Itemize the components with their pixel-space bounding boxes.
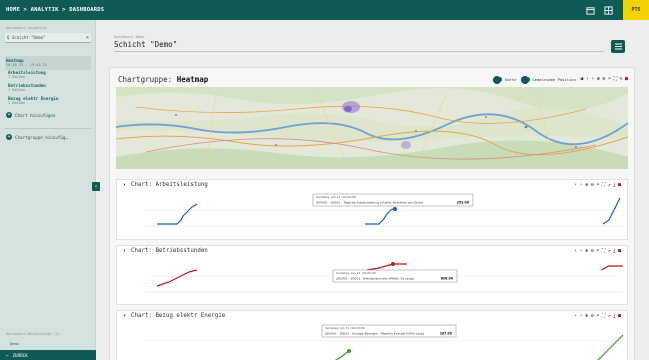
- tooltip-text: Z00001 - Z0001 - Tägliche Arbeitsleistun…: [316, 201, 423, 205]
- position-toggle[interactable]: [520, 76, 530, 84]
- dashboard-name-label: Dashboard Name: [114, 35, 145, 39]
- hover-point: [393, 207, 397, 211]
- hover-point: [391, 262, 395, 266]
- sidebar-footer: ← ZURÜCK: [0, 350, 96, 360]
- dashboard-menu-button[interactable]: [611, 40, 625, 53]
- series-line-2: [366, 263, 407, 271]
- fullscreen-icon[interactable]: ⛶: [613, 76, 617, 82]
- sidebar-item-energie[interactable]: Bezug elektr Energie 1 Balken: [8, 96, 58, 106]
- zoom-out-icon[interactable]: ⊖: [602, 76, 605, 82]
- series-line-1: [157, 203, 198, 225]
- dashboard-name-input[interactable]: Schicht "Demo": [114, 40, 604, 52]
- plus-icon: +: [6, 133, 12, 140]
- chart-card-energie: ▾ Chart: Bezug elektr Energie ‹ › ⊕ ⊖ ⌕ ⛶…: [116, 310, 628, 360]
- search-value: Q Schicht "Demo": [7, 35, 46, 40]
- edit-icon[interactable]: ✎: [619, 76, 622, 82]
- hover-point: [347, 349, 351, 353]
- tooltip-value: 252.00: [457, 201, 470, 205]
- group-title-name: Heatmap: [176, 75, 209, 84]
- group-title: Chartgruppe: Heatmap: [118, 75, 208, 84]
- delete-icon[interactable]: ■: [625, 76, 628, 82]
- map-toggle[interactable]: [493, 76, 503, 84]
- series-line-1: [156, 269, 198, 287]
- dashboard-search-input[interactable]: Q Schicht "Demo" ×: [5, 33, 91, 43]
- tooltip-date: Samstag, Jan 11, 00:00:00: [316, 195, 356, 199]
- sidebar-item-sub: 20.05.25 - 19.05.25: [6, 63, 48, 68]
- calendar-icon[interactable]: [583, 3, 597, 17]
- user-badge[interactable]: PTS: [623, 0, 649, 20]
- add-chart-label: Chart hinzufügen: [15, 112, 56, 118]
- sidebar-item-betriebsstunden[interactable]: Betriebsstunden 1 Balken: [8, 83, 46, 93]
- chart-plot-betriebsstunden[interactable]: Samstag, Jan 11, 00:00:00 Z00001 - Z0001…: [117, 246, 629, 306]
- tooltip-text: Z00001 - Z0001 - Betriebsstunden (Mittel…: [336, 277, 414, 281]
- tooltip-date: Samstag, Jan 11, 00:00:00: [336, 271, 376, 275]
- series-line-2: [365, 207, 396, 225]
- add-group-label: Chartgruppe hinzufüg…: [15, 134, 68, 140]
- series-line-3: [600, 265, 623, 271]
- sidebar-item-sub: 1 Balken: [8, 75, 26, 80]
- arrow-left-icon[interactable]: ‹: [586, 76, 589, 82]
- sidebar-item-heatmap[interactable]: Heatmap 20.05.25 - 19.05.25: [5, 56, 91, 70]
- sidebar-foot-label: Dashboard-Reihenfolge (2): [6, 332, 61, 336]
- tooltip-value: 898.00: [441, 277, 454, 281]
- zoom-in-icon[interactable]: ⊕: [597, 76, 600, 82]
- grid-icon[interactable]: [601, 3, 615, 17]
- plus-icon: +: [6, 111, 12, 118]
- chevron-left-icon: ‹: [94, 183, 98, 190]
- position-toggle-label: Gemeinsame Position: [532, 76, 576, 82]
- sidebar-foot-demo[interactable]: Demo: [10, 342, 19, 346]
- group-toolbar: Karte Gemeinsame Position ◕ ‹ › ⊕ ⊖ ⌕ ⛶ …: [493, 76, 628, 84]
- menu-icon: [614, 43, 622, 50]
- palette-icon[interactable]: ◕: [580, 76, 583, 82]
- chart-plot-energie[interactable]: Samstag, Jan 11, 00:00:00 Z00001 - Z0001…: [117, 311, 629, 360]
- add-chart-button[interactable]: + Chart hinzufügen: [6, 112, 55, 118]
- series-line-2: [597, 334, 624, 360]
- sidebar: Dashboard auswählen Q Schicht "Demo" × H…: [0, 20, 96, 360]
- back-arrow-icon: ←: [6, 352, 9, 358]
- chart-card-betriebsstunden: ▾ Chart: Betriebsstunden ‹ › ⊕ ⊖ ⌕ ⛶ ↗ ⤓ …: [116, 245, 628, 305]
- tooltip-text: Z00001 - Z0001 - Energie Bezugen - Tägli…: [325, 332, 424, 336]
- add-group-button[interactable]: + Chartgruppe hinzufüg…: [6, 134, 68, 140]
- series-line-3: [602, 197, 621, 225]
- chart-card-arbeitsleistung: ▾ Chart: Arbeitsleistung ‹ › ⊕ ⊖ ⌕ ⛶ ↗ ⤓ …: [116, 179, 628, 240]
- arrow-right-icon[interactable]: ›: [591, 76, 594, 82]
- top-bar: HOME > ANALYTIK > DASHBOARDS PTS: [0, 0, 649, 20]
- heatmap-map[interactable]: [116, 87, 628, 169]
- sidebar-divider: [5, 128, 91, 129]
- sidebar-item-arbeitsleistung[interactable]: Arbeitsleistung 1 Balken: [8, 70, 46, 80]
- sidebar-item-sub: 1 Balken: [8, 101, 26, 106]
- search-icon[interactable]: ⌕: [608, 76, 611, 82]
- map-toggle-label: Karte: [504, 76, 517, 82]
- breadcrumb[interactable]: HOME > ANALYTIK > DASHBOARDS: [0, 7, 583, 13]
- sidebar-item-sub: 1 Balken: [8, 88, 26, 93]
- tooltip-value: 187.00: [440, 332, 453, 336]
- series-line-1: [334, 350, 350, 360]
- collapse-sidebar-button[interactable]: ‹: [92, 182, 100, 191]
- chart-plot-arbeitsleistung[interactable]: Samstag, Jan 11, 00:00:00 Z00001 - Z0001…: [117, 180, 629, 241]
- group-title-prefix: Chartgruppe:: [118, 75, 177, 84]
- close-icon[interactable]: ×: [86, 35, 89, 41]
- back-button[interactable]: ZURÜCK: [13, 353, 28, 358]
- chart-group: Chartgruppe: Heatmap Karte Gemeinsame Po…: [109, 67, 635, 360]
- tooltip-date: Samstag, Jan 11, 00:00:00: [325, 326, 365, 330]
- search-label: Dashboard auswählen: [6, 26, 48, 30]
